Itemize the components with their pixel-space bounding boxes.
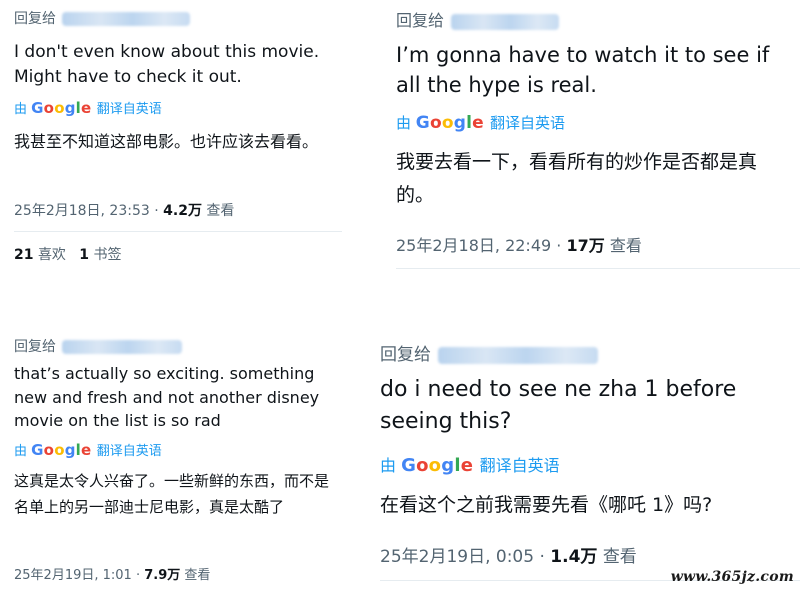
reply-tweet-1[interactable]: 回复给 I don't even know about this movie. … — [0, 0, 350, 290]
reply-tweet-3[interactable]: 回复给 that’s actually so exciting. somethi… — [0, 330, 350, 591]
translated-text: 这真是太令人兴奋了。一些新鲜的东西，而不是名单上的另一部迪士尼电影，真是太酷了 — [14, 472, 330, 516]
like-count[interactable]: 21 — [14, 247, 33, 263]
tweet-date[interactable]: 25年2月18日, 23:53 — [14, 203, 150, 219]
reply-to-line: 回复给 — [380, 340, 599, 365]
translated-text: 在看这个之前我需要先看《哪吒 1》吗? — [380, 494, 713, 516]
site-watermark: www.365jz.com — [670, 569, 794, 585]
bookmark-count[interactable]: 1 — [79, 247, 89, 263]
translation-source[interactable]: 由 Google 翻译自英语 — [380, 452, 560, 476]
tweet-text: I don't even know about this movie. Migh… — [14, 42, 320, 87]
tweet-meta[interactable]: 25年2月18日, 22:49 · 17万 查看 — [396, 232, 642, 256]
translation-source[interactable]: 由 Google 翻译自英语 — [396, 112, 565, 133]
reply-tweet-4[interactable]: 回复给 do i need to see ne zha 1 before see… — [368, 332, 800, 591]
translated-text: 我要去看一下，看看所有的炒作是否都是真的。 — [396, 151, 758, 206]
google-logo: Google — [31, 441, 92, 459]
reply-tweet-2[interactable]: 回复给 I’m gonna have to watch it to see if… — [382, 0, 800, 275]
blurred-handle[interactable] — [451, 13, 560, 30]
tweet-meta[interactable]: 25年2月19日, 1:01 · 7.9万 查看 — [14, 564, 210, 583]
google-logo: Google — [401, 455, 474, 476]
blurred-handle[interactable] — [438, 346, 599, 364]
translation-source[interactable]: 由 Google 翻译自英语 — [14, 440, 162, 459]
tweet-text: I’m gonna have to watch it to see if all… — [396, 43, 770, 97]
reply-to-line: 回复给 — [396, 7, 560, 31]
tweet-meta[interactable]: 25年2月18日, 23:53 · 4.2万 查看 — [14, 200, 234, 220]
blurred-handle[interactable] — [62, 12, 191, 26]
view-count: 17万 — [566, 236, 605, 255]
tweet-meta[interactable]: 25年2月19日, 0:05 · 1.4万 查看 — [380, 542, 637, 567]
reply-to-line: 回复给 — [14, 8, 191, 28]
view-count: 7.9万 — [144, 568, 181, 583]
divider — [14, 231, 342, 232]
tweet-date[interactable]: 25年2月19日, 0:05 — [380, 547, 534, 567]
view-count: 1.4万 — [550, 547, 598, 567]
reply-to-line: 回复给 — [14, 336, 183, 356]
google-logo: Google — [31, 99, 92, 117]
divider — [396, 268, 800, 269]
tweet-text: do i need to see ne zha 1 before seeing … — [380, 377, 737, 434]
engagement-stats: 21 喜欢 1 书签 — [14, 247, 122, 263]
blurred-handle[interactable] — [62, 340, 183, 354]
google-logo: Google — [415, 113, 484, 133]
translation-source[interactable]: 由 Google 翻译自英语 — [14, 98, 162, 117]
translated-text: 我甚至不知道这部电影。也许应该去看看。 — [14, 132, 319, 151]
tweet-date[interactable]: 25年2月19日, 1:01 — [14, 568, 132, 583]
view-count: 4.2万 — [163, 203, 202, 219]
tweet-text: that’s actually so exciting. something n… — [14, 364, 320, 430]
tweet-date[interactable]: 25年2月18日, 22:49 — [396, 236, 551, 255]
